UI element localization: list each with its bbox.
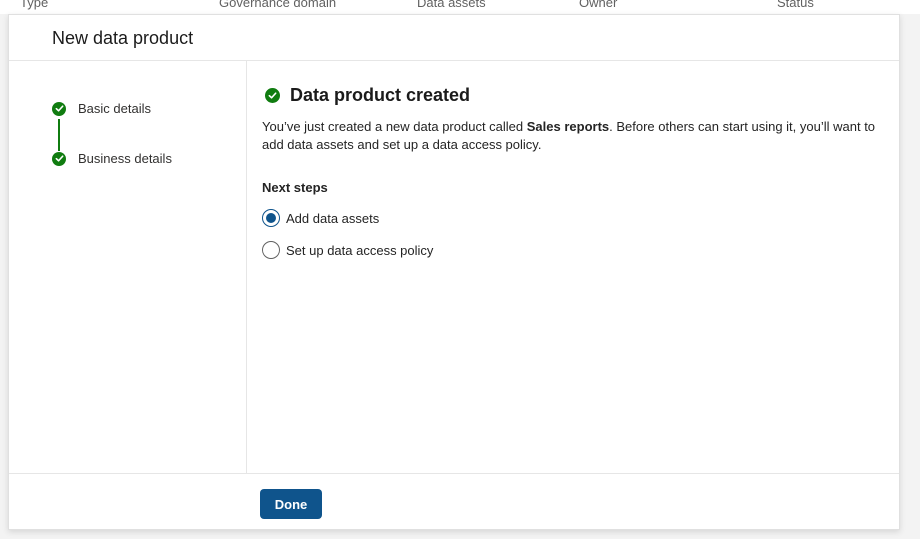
check-circle-icon xyxy=(52,101,66,116)
product-name: Sales reports xyxy=(526,119,610,134)
background-table-header: Type Governance domain Data assets Owner… xyxy=(0,0,920,14)
check-circle-icon xyxy=(52,151,66,166)
step-connector-line xyxy=(58,119,60,151)
new-data-product-dialog: New data product Basic details Business … xyxy=(8,14,900,530)
done-button[interactable]: Done xyxy=(260,489,322,519)
success-description: You’ve just created a new data product c… xyxy=(262,118,887,154)
column-header-data-assets: Data assets xyxy=(417,0,486,10)
success-heading: Data product created xyxy=(265,85,470,106)
step-label: Business details xyxy=(78,151,172,166)
dialog-footer: Done xyxy=(9,473,899,529)
column-header-status: Status xyxy=(777,0,814,10)
description-text: You’ve just created a new data product c… xyxy=(262,119,527,134)
radio-selected-icon[interactable] xyxy=(262,209,280,227)
column-header-governance-domain: Governance domain xyxy=(219,0,337,10)
radio-unselected-icon[interactable] xyxy=(262,241,280,259)
next-steps-label: Next steps xyxy=(262,180,328,195)
radio-add-data-assets[interactable]: Add data assets xyxy=(262,209,379,227)
step-label: Basic details xyxy=(78,101,151,116)
radio-label: Add data assets xyxy=(286,210,380,226)
step-business-details[interactable]: Business details xyxy=(52,151,172,166)
success-check-icon xyxy=(265,88,280,103)
radio-dot xyxy=(266,213,276,223)
dialog-body: Basic details Business details Data prod… xyxy=(9,61,899,473)
column-header-owner: Owner xyxy=(579,0,618,10)
radio-label: Set up data access policy xyxy=(286,242,434,258)
step-basic-details[interactable]: Basic details xyxy=(52,101,151,116)
success-title: Data product created xyxy=(290,85,471,105)
dialog-header: New data product xyxy=(9,15,899,61)
content-pane: Data product created You’ve just created… xyxy=(262,61,892,473)
wizard-steps: Basic details Business details xyxy=(9,61,247,473)
radio-set-up-data-access-policy[interactable]: Set up data access policy xyxy=(262,241,433,259)
column-header-type: Type xyxy=(20,0,49,10)
dialog-title: New data product xyxy=(52,28,194,48)
